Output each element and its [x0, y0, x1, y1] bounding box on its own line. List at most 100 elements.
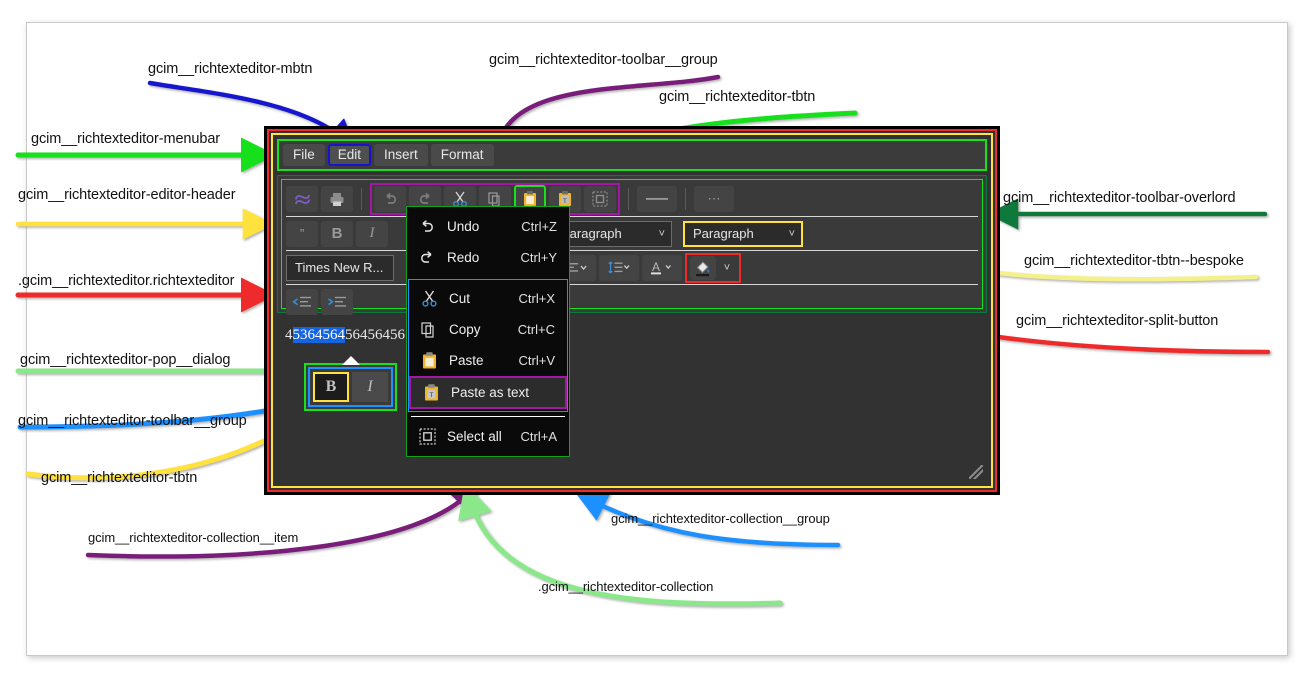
paste-icon: [419, 352, 439, 369]
collection__item-select-all[interactable]: Select all Ctrl+A: [407, 421, 569, 452]
collection__item-accelerator: Ctrl+Y: [521, 250, 557, 265]
richtexteditor-root: File Edit Insert Format: [267, 129, 997, 492]
collection__item-label: Cut: [449, 291, 509, 306]
toolbar-separator-2: [628, 188, 629, 210]
richtexteditor-collection__group: Cut Ctrl+X Copy Ctrl+C Paste Ctrl+V T: [408, 279, 568, 412]
collection__group-select: Select all Ctrl+A: [407, 419, 569, 454]
paragraph-select[interactable]: Paragraph ˅: [552, 221, 672, 247]
collection__item-accelerator: Ctrl+Z: [521, 219, 557, 234]
clipped-top-text: [640, 0, 680, 7]
richtexteditor-menubar: File Edit Insert Format: [277, 139, 987, 171]
select-all-icon[interactable]: [584, 186, 616, 212]
menubar-item-insert[interactable]: Insert: [374, 144, 428, 167]
collection__item-paste[interactable]: Paste Ctrl+V: [409, 345, 567, 376]
menubar-item-file[interactable]: File: [283, 144, 325, 167]
font-family-value: Times New R...: [295, 260, 383, 275]
collection__item-label: Select all: [447, 429, 511, 444]
annotation-label-tbtn-top: gcim__richtexteditor-tbtn: [659, 89, 815, 105]
font-family-select[interactable]: Times New R...: [286, 255, 394, 281]
richtexteditor-collection: Undo Ctrl+Z Redo Ctrl+Y Cut Ctrl+X: [406, 206, 570, 457]
collection__item-accelerator: Ctrl+C: [518, 322, 555, 337]
cut-icon: [419, 290, 439, 307]
annotated-screenshot: gcim__richtexteditor-mbtn gcim__richtext…: [0, 0, 1315, 674]
annotation-label-richtexteditor: .gcim__richtexteditor.richtexteditor: [18, 273, 234, 289]
outdent-icon[interactable]: [286, 289, 318, 315]
collection__item-label: Undo: [447, 219, 511, 234]
paragraph-select-value: Paragraph: [561, 226, 622, 241]
annotation-label-editor-header: gcim__richtexteditor-editor-header: [18, 187, 235, 203]
content-text-after: 56456456: [345, 327, 405, 343]
source-code-icon[interactable]: [286, 186, 318, 212]
background-color-icon[interactable]: [690, 256, 716, 280]
toolbar-separator: [361, 188, 362, 210]
content-paragraph: 4536456456456456: [285, 327, 979, 344]
annotation-label-pop-dialog: gcim__richtexteditor-pop__dialog: [20, 352, 230, 368]
italic-icon[interactable]: I: [356, 221, 388, 247]
annotation-label-collection-item: gcim__richtexteditor-collection__item: [88, 530, 298, 545]
richtexteditor-pop__dialog: B I: [304, 363, 397, 411]
chevron-down-icon: ˅: [659, 228, 665, 240]
blockquote-icon[interactable]: ”: [286, 221, 318, 247]
chevron-down-icon: ˅: [789, 228, 795, 240]
collection-divider: [411, 416, 565, 417]
content-text-before: 4: [285, 327, 293, 343]
annotation-label-tbtn-2: gcim__richtexteditor-tbtn: [41, 470, 197, 486]
pop-bold-button[interactable]: B: [313, 372, 349, 402]
annotation-label-collection-group: gcim__richtexteditor-collection__group: [611, 511, 830, 526]
more-icon[interactable]: ⋯: [694, 186, 734, 212]
annotation-label-split-button: gcim__richtexteditor-split-button: [1016, 313, 1218, 329]
collection__item-label: Paste: [449, 353, 509, 368]
line-height-icon[interactable]: [599, 255, 639, 281]
richtexteditor-chrome: File Edit Insert Format: [264, 126, 1000, 495]
pop-italic-button[interactable]: I: [352, 372, 388, 402]
collection__item-accelerator: Ctrl+X: [519, 291, 555, 306]
select-all-icon: [417, 428, 437, 445]
annotation-label-mbtn: gcim__richtexteditor-mbtn: [148, 61, 312, 77]
undo-icon: [417, 219, 437, 234]
pop-dialog-toolbar__group: B I: [308, 367, 393, 407]
collection__item-undo[interactable]: Undo Ctrl+Z: [407, 211, 569, 242]
collection__item-cut[interactable]: Cut Ctrl+X: [409, 283, 567, 314]
svg-text:A: A: [652, 260, 660, 274]
content-text-selected: 5364564: [293, 327, 346, 343]
collection__item-accelerator: Ctrl+A: [521, 429, 557, 444]
toolbar-overlord-inner: T: [281, 179, 983, 309]
print-icon[interactable]: [321, 186, 353, 212]
toolbar-row-1: T: [286, 182, 978, 216]
collection__item-label: Redo: [447, 250, 511, 265]
collection__group-history: Undo Ctrl+Z Redo Ctrl+Y: [407, 209, 569, 275]
collection__item-redo[interactable]: Redo Ctrl+Y: [407, 242, 569, 273]
annotation-label-menubar: gcim__richtexteditor-menubar: [31, 131, 220, 147]
collection__item-paste-as-text[interactable]: T Paste as text: [409, 376, 567, 409]
horizontal-rule-icon[interactable]: [637, 186, 677, 212]
toolbar-row-2: ” B I Paragraph ˅ Paragraph: [286, 216, 978, 250]
svg-text:T: T: [563, 198, 567, 205]
copy-icon: [419, 322, 439, 338]
toolbar-row-4: [286, 284, 978, 318]
toolbar-separator-3: [685, 188, 686, 210]
richtexteditor-split-button[interactable]: ˅: [685, 253, 741, 283]
font-color-icon[interactable]: A: [642, 255, 682, 281]
annotation-label-toolbar-overlord: gcim__richtexteditor-toolbar-overlord: [1003, 190, 1235, 206]
svg-text:T: T: [429, 392, 433, 399]
collection__item-label: Paste as text: [451, 385, 543, 400]
menubar-item-format[interactable]: Format: [431, 144, 494, 167]
pop-dialog-caret-icon: [342, 356, 360, 365]
resize-handle-icon[interactable]: [969, 465, 983, 479]
collection__item-copy[interactable]: Copy Ctrl+C: [409, 314, 567, 345]
toolbar-row-3: Times New R... A: [286, 250, 978, 284]
bold-icon[interactable]: B: [321, 221, 353, 247]
paragraph-select-bespoke[interactable]: Paragraph ˅: [683, 221, 803, 247]
undo-icon[interactable]: [374, 186, 406, 212]
chevron-down-icon[interactable]: ˅: [718, 256, 736, 280]
paragraph-select-bespoke-value: Paragraph: [693, 226, 754, 241]
menubar-item-edit[interactable]: Edit: [328, 144, 371, 167]
richtexteditor-content-area[interactable]: 4536456456456456 B I: [277, 321, 987, 482]
paste-as-text-icon: T: [421, 384, 441, 401]
annotation-label-collection: .gcim__richtexteditor-collection: [538, 579, 713, 594]
richtexteditor-editor-header: File Edit Insert Format: [271, 133, 993, 488]
indent-icon[interactable]: [321, 289, 353, 315]
annotation-label-toolbar-group-2: gcim__richtexteditor-toolbar__group: [18, 413, 247, 429]
collection__item-label: Copy: [449, 322, 508, 337]
richtexteditor-toolbar-overlord: T: [277, 175, 987, 313]
